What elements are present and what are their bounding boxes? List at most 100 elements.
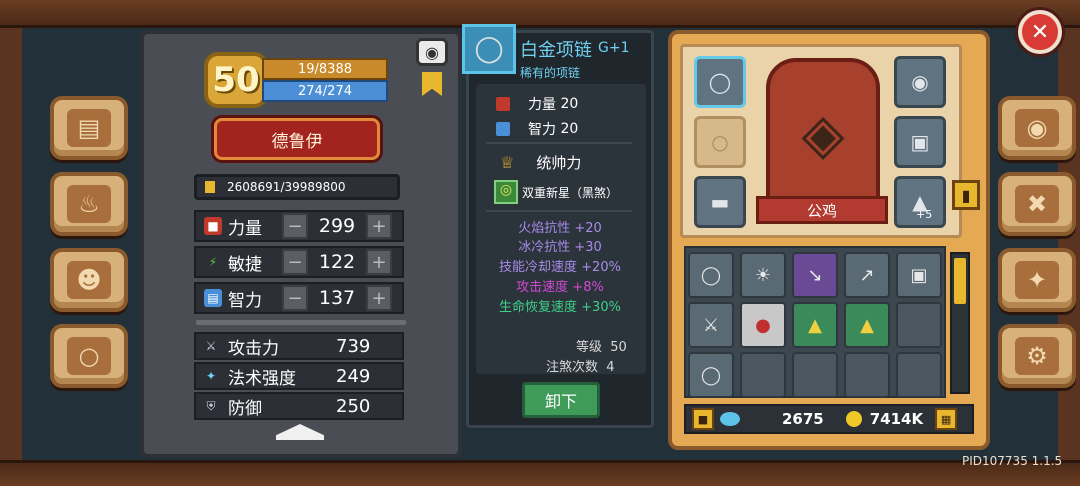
req-value: 20 (560, 96, 579, 112)
skills-tab-button[interactable]: ✖ (998, 172, 1076, 236)
trophy-icon: ♕ (500, 153, 515, 172)
req-label: 智力 (528, 122, 556, 138)
inventory-item[interactable]: ● (740, 302, 786, 348)
map-icon: ♨ (67, 185, 111, 223)
bonus-line: 冰冷抗性 +30 (518, 240, 602, 255)
inventory-item[interactable]: ↗ (844, 252, 890, 298)
stat-label: 智力 (228, 290, 262, 311)
sort-grid-icon[interactable]: ▦ (935, 408, 958, 430)
xp-bar: 19/8388 (262, 58, 388, 80)
build-id: PID107735 1.1.5 (962, 454, 1063, 468)
decrease-button[interactable]: − (282, 213, 308, 239)
ring-slot-empty[interactable]: ○ (694, 116, 746, 168)
item-level: 等级 50 (576, 336, 627, 355)
inventory-item[interactable]: ▣ (896, 252, 942, 298)
pet-portrait: ◈ (766, 58, 880, 210)
inventory-slot-empty[interactable] (844, 352, 890, 398)
helmet-icon: ◉ (1015, 109, 1059, 147)
inventory-slot-empty[interactable] (896, 352, 942, 398)
infuse-value: 4 (606, 360, 615, 375)
stat-label: 力量 (228, 218, 262, 239)
attr-value: 250 (336, 395, 371, 417)
bonus-line: 技能冷却速度 +20% (499, 260, 621, 275)
faces-icon: ☻ (67, 261, 111, 299)
inventory-slot-empty[interactable] (740, 352, 786, 398)
scrollbar-thumb[interactable] (954, 258, 966, 304)
attr-value: 249 (336, 365, 371, 387)
requirement-intelligence: 智力 20 (496, 119, 578, 139)
map-button[interactable]: ♨ (50, 172, 128, 236)
compass-icon: ✦ (1015, 261, 1059, 299)
skill-name: 双重新星（黑煞） (522, 185, 619, 200)
camera-icon[interactable]: ◉ (416, 38, 448, 66)
inventory-item[interactable]: ◯ (688, 252, 734, 298)
attr-value: 739 (336, 335, 371, 357)
necklace-slot[interactable]: ◯ (694, 56, 746, 108)
requirement-strength: 力量 20 (496, 94, 578, 114)
frame-left (0, 28, 22, 460)
unequip-button[interactable]: 卸下 (522, 382, 600, 418)
frame-top (0, 0, 1080, 28)
inventory-slot-empty[interactable] (896, 302, 942, 348)
wand-icon: ✦ (205, 369, 217, 383)
inventory-item[interactable]: ⚔ (688, 302, 734, 348)
inventory-item[interactable]: ◯ (688, 352, 734, 398)
inventory-item[interactable]: ▲ (844, 302, 890, 348)
increase-button[interactable]: + (366, 285, 392, 311)
necklace-icon: ◯ (462, 24, 516, 74)
chat-button[interactable]: ○ (50, 324, 128, 388)
separator (486, 142, 632, 144)
attr-label: 防御 (228, 398, 262, 419)
req-value: 20 (560, 121, 579, 137)
close-button[interactable]: ✕ (1018, 10, 1062, 54)
gear-icon: ⚙ (1015, 337, 1059, 375)
attr-label: 攻击力 (228, 338, 279, 359)
lock-icon[interactable]: ■ (692, 408, 714, 430)
armor-slot[interactable]: ▣ (894, 116, 946, 168)
codex-button[interactable]: ▤ (50, 96, 128, 160)
skill-title: 统帅力 (536, 154, 582, 172)
open-book-icon: ▤ (67, 109, 111, 147)
attr-row-defense: ⛨ 防御 250 (194, 392, 404, 420)
inventory-item[interactable]: ▲ (792, 302, 838, 348)
inventory-item[interactable]: ↘ (792, 252, 838, 298)
item-name: 白金项链 (520, 40, 592, 61)
fist-icon (496, 97, 510, 111)
skill-title-row: ♕ 统帅力 (500, 152, 581, 173)
lightning-icon: ⚡ (208, 255, 218, 269)
class-banner: 德鲁伊 (214, 118, 380, 160)
infuse-label: 注煞次数 (546, 360, 599, 375)
attr-label: 法术强度 (228, 368, 296, 389)
nova-icon: ◎ (494, 180, 518, 204)
item-rarity: 稀有的项链 (520, 66, 581, 80)
increase-button[interactable]: + (366, 249, 392, 275)
bonus-line: 攻击速度 +8% (516, 280, 604, 295)
talents-tab-button[interactable]: ✦ (998, 248, 1076, 312)
separator (486, 210, 632, 212)
inventory-item[interactable]: ☀ (740, 252, 786, 298)
book-icon: ▤ (204, 289, 222, 307)
crossed-swords-icon: ✖ (1015, 185, 1059, 223)
divider (196, 320, 406, 325)
gem-icon (720, 412, 740, 426)
shield-icon: ⛨ (206, 398, 216, 413)
item-infuse-count: 注煞次数 4 (546, 356, 615, 375)
emotes-button[interactable]: ☻ (50, 248, 128, 312)
decrease-button[interactable]: − (282, 285, 308, 311)
boots-slot[interactable]: ▬ (694, 176, 746, 228)
helmet-slot[interactable]: ◉ (894, 56, 946, 108)
req-label: 力量 (528, 97, 556, 113)
increase-button[interactable]: + (366, 213, 392, 239)
book-icon (496, 122, 510, 136)
stat-label: 敏捷 (228, 254, 262, 275)
inventory-slot-empty[interactable] (792, 352, 838, 398)
frame-right (1058, 28, 1080, 460)
hero-tab-button[interactable]: ◉ (998, 96, 1076, 160)
decrease-button[interactable]: − (282, 249, 308, 275)
level-badge: 50 (204, 52, 268, 108)
stat-value: 122 (318, 251, 356, 273)
bonus-line: 火焰抗性 +20 (518, 221, 602, 236)
currency-bar: ■ 2675 7414K ▦ (684, 404, 974, 434)
settings-tab-button[interactable]: ⚙ (998, 324, 1076, 388)
collapse-tab-button[interactable]: ▮ (952, 180, 980, 210)
